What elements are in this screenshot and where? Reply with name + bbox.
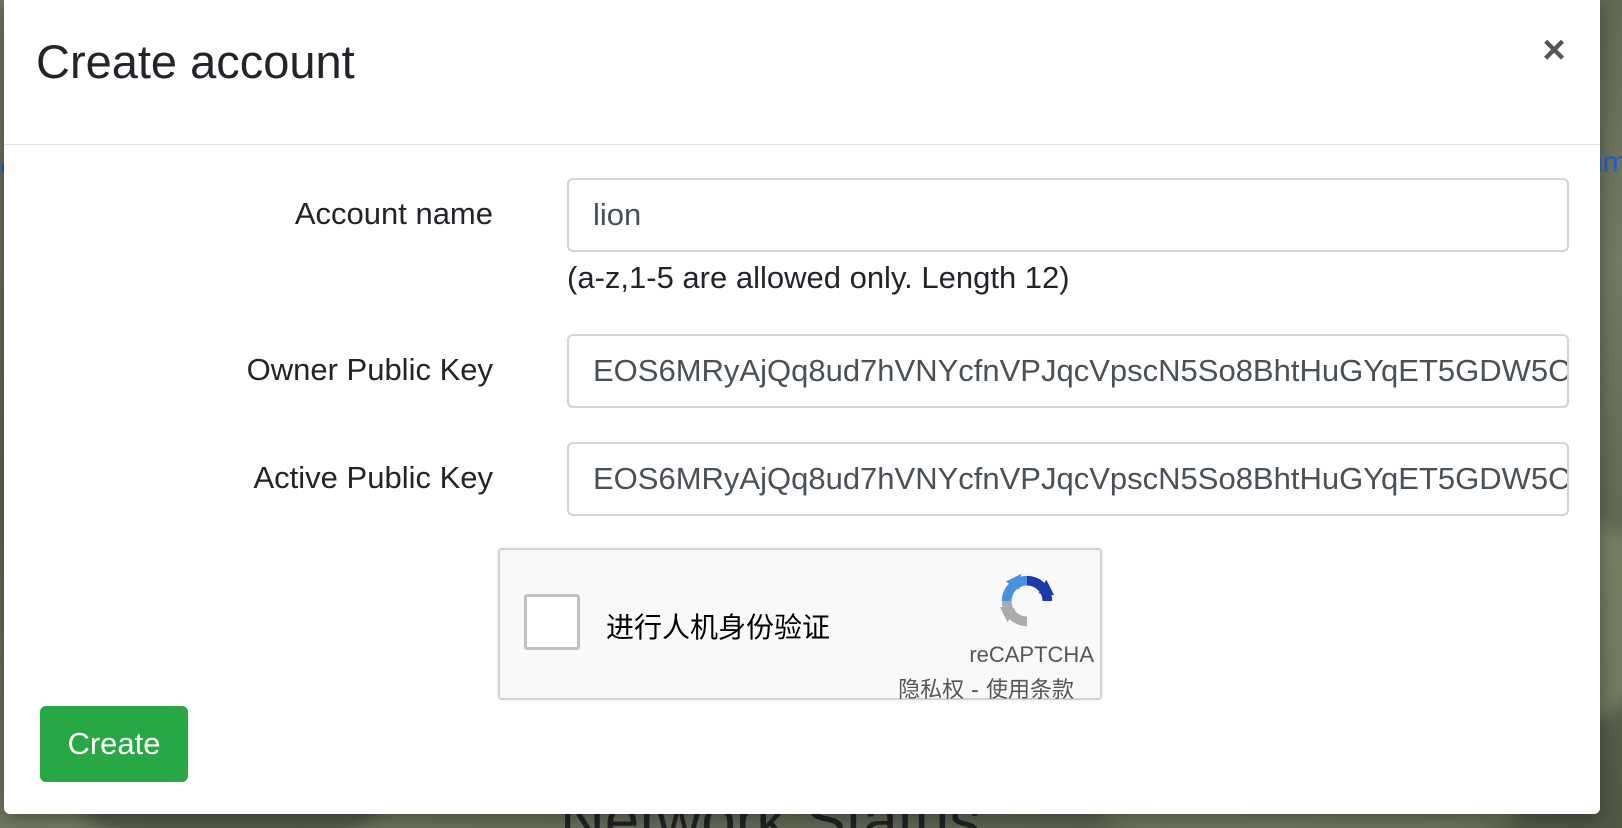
recaptcha-label: 进行人机身份验证 bbox=[606, 611, 831, 644]
recaptcha-checkbox[interactable] bbox=[524, 594, 580, 650]
modal-title: Create account bbox=[36, 35, 355, 88]
close-icon[interactable]: × bbox=[1532, 28, 1576, 72]
owner-public-key-label: Owner Public Key bbox=[246, 352, 493, 387]
create-account-modal: Create account × Account name lion (a-z,… bbox=[4, 0, 1600, 814]
recaptcha-logo-icon bbox=[999, 573, 1055, 627]
create-button[interactable]: Create bbox=[40, 706, 188, 782]
active-public-key-label: Active Public Key bbox=[253, 460, 494, 495]
account-name-help: (a-z,1-5 are allowed only. Length 12) bbox=[567, 260, 1070, 295]
active-public-key-input[interactable]: EOS6MRyAjQq8ud7hVNYcfnVPJqcVpscN5So8BhtH… bbox=[567, 442, 1569, 516]
recaptcha-widget: 进行人机身份验证 reCAPTCHA 隐私权 - 使用条款 bbox=[498, 548, 1102, 703]
account-name-label: Account name bbox=[294, 196, 493, 231]
recaptcha-brand: reCAPTCHA bbox=[969, 642, 1094, 667]
recaptcha-privacy-terms-link[interactable]: 隐私权 - 使用条款 bbox=[898, 672, 1074, 704]
account-name-input[interactable]: lion bbox=[567, 178, 1569, 252]
modal-header: Create account × bbox=[4, 0, 1600, 145]
owner-public-key-input[interactable]: EOS6MRyAjQq8ud7hVNYcfnVPJqcVpscN5So8BhtH… bbox=[567, 334, 1569, 408]
